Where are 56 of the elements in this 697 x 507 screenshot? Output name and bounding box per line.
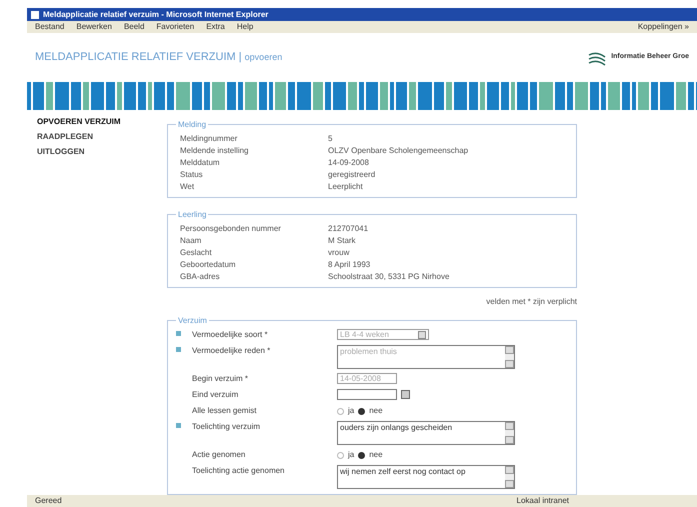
required-note: velden met * zijn verplicht [486, 296, 577, 308]
field-label: Begin verzuim * [192, 373, 250, 385]
scrollbar-drawing [505, 466, 514, 488]
field-value: vrouw [328, 247, 350, 259]
radio-option[interactable]: ja [337, 449, 354, 461]
menu-item[interactable]: Help [236, 21, 254, 33]
status-text: Gereed [35, 495, 62, 507]
nav-link[interactable]: RAADPLEGEN [37, 131, 167, 143]
field-label: Vermoedelijke reden * [192, 345, 272, 357]
field-label: GBA-adres [180, 271, 221, 283]
field-label: Eind verzuim [192, 389, 240, 401]
text-area[interactable]: wij nemen zelf eerst nog contact op [337, 465, 515, 489]
field-label: Meldende instelling [180, 145, 250, 157]
links-label[interactable]: Koppelingen » [638, 21, 689, 33]
field-value: 14-09-2008 [328, 157, 369, 169]
field-label: Actie genomen [192, 449, 246, 461]
menu-item[interactable]: Extra [206, 21, 225, 33]
field-label: Geboortedatum [180, 259, 237, 271]
field-value: Schoolstraat 30, 5331 PG Nirhove [328, 271, 450, 283]
field-label: Toelichting verzuim [192, 421, 262, 433]
radio-option[interactable]: nee [358, 405, 383, 417]
field-label: Vermoedelijke soort * [192, 329, 269, 341]
browser-icon [31, 10, 39, 18]
scrollbar-drawing [505, 422, 514, 444]
input-field[interactable] [337, 389, 397, 400]
field-value: Leerplicht [328, 181, 363, 193]
menu-item[interactable]: Beeld [124, 21, 144, 33]
field-label: Alle lessen gemist [192, 405, 258, 417]
nav-link[interactable]: UITLOGGEN [37, 146, 167, 158]
field-label: Toelichting actie genomen [192, 465, 286, 477]
field-value: 212707041 [328, 223, 368, 235]
menu-item[interactable]: Bestand [35, 21, 64, 33]
fieldset-legend: Melding [176, 119, 208, 131]
window-title: Meldapplicatie relatief verzuim - Microsoft Internet Explorer [43, 8, 268, 20]
radio-option[interactable]: ja [337, 405, 354, 417]
fieldset-legend: Leerling [176, 209, 208, 221]
app-title: MELDAPPLICATIE RELATIEF VERZUIM | opvoeren [35, 50, 282, 66]
field-label: Status [180, 169, 204, 181]
scrollbar-drawing [505, 346, 514, 368]
radio-option[interactable]: nee [358, 449, 383, 461]
field-value: geregistreerd [328, 169, 376, 181]
text-area[interactable]: ouders zijn onlangs gescheiden [337, 421, 515, 445]
menu-item[interactable]: Favorieten [156, 21, 194, 33]
field-label: Naam [180, 235, 202, 247]
field-value: 5 [328, 133, 332, 145]
nav-link[interactable]: OPVOEREN VERZUIM [37, 116, 167, 128]
field-label: Wet [180, 181, 196, 193]
field-label: Meldingnummer [180, 133, 238, 145]
menu-item[interactable]: Bewerken [76, 21, 112, 33]
field-label: Geslacht [180, 247, 213, 259]
field-label: Persoonsgebonden nummer [180, 223, 282, 235]
field-label: Melddatum [180, 157, 221, 169]
field-value: OLZV Openbare Scholengemeenschap [328, 145, 468, 157]
zone-text: Lokaal intranet [516, 495, 569, 507]
field-value: M Stark [328, 235, 356, 247]
field-value: 8 April 1993 [328, 259, 370, 271]
